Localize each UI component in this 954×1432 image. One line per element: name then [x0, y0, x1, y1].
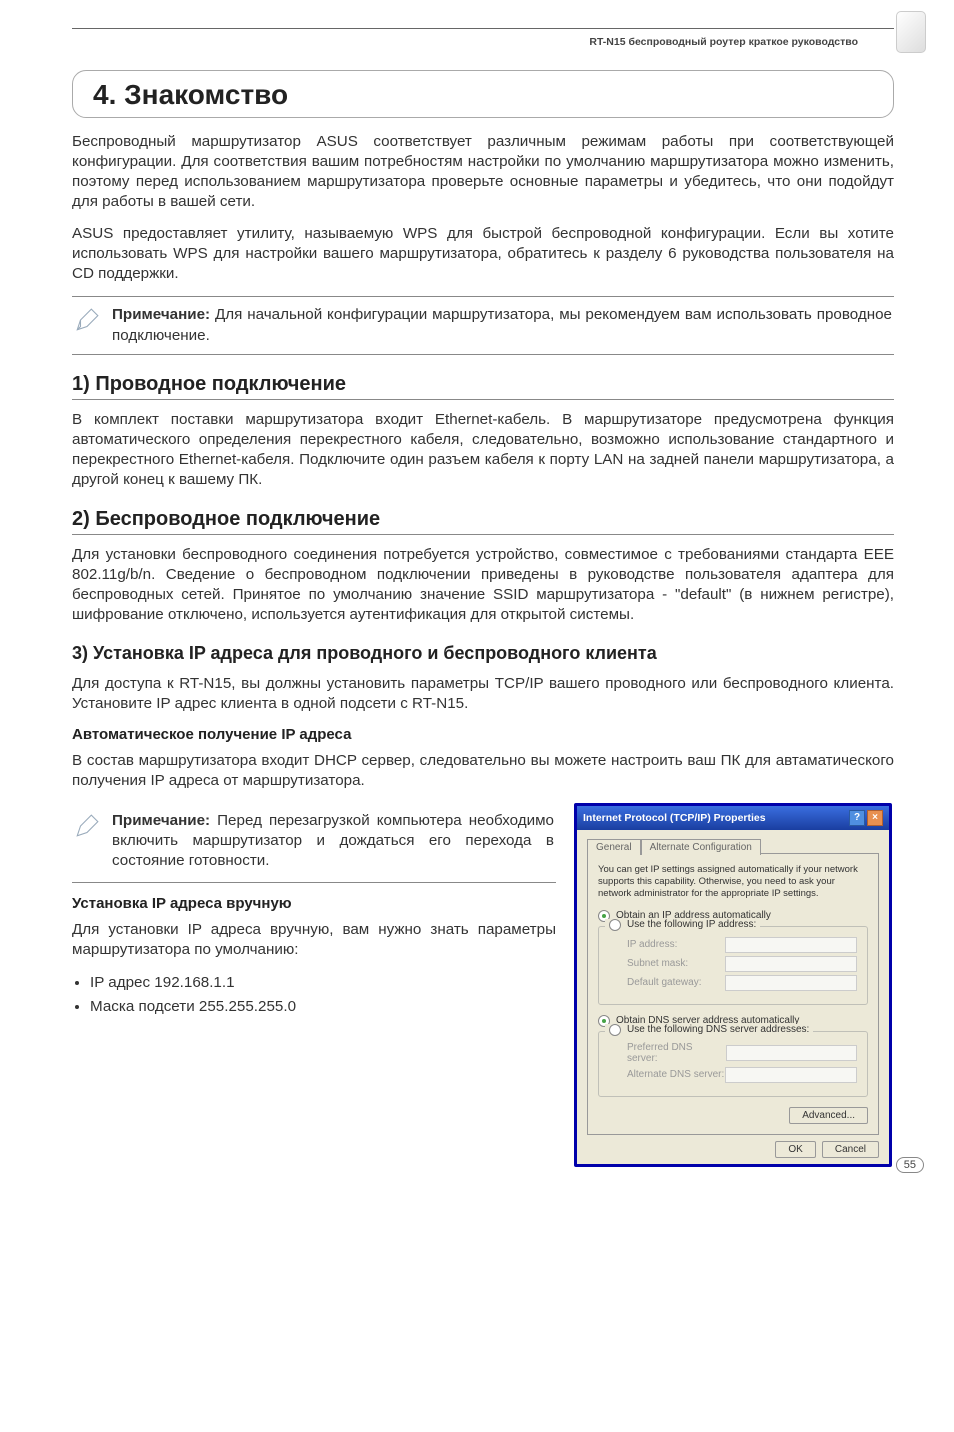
pencil-icon — [74, 307, 100, 333]
radio-use-ip-label: Use the following IP address: — [627, 919, 756, 930]
intro-paragraph-1: Беспроводный маршрутизатор ASUS соответс… — [72, 132, 894, 212]
radio-dot-icon — [609, 919, 621, 931]
booklet-corner-icon — [896, 11, 926, 53]
page-number: 55 — [896, 1157, 924, 1173]
field-ip-address: IP address: — [627, 937, 857, 953]
ip-group: Use the following IP address: IP address… — [598, 926, 868, 1005]
section-3-title: 3) Установка IP адреса для проводного и … — [72, 643, 894, 664]
note-2-text: Примечание: Перед перезагрузкой компьюте… — [112, 811, 554, 871]
label-gateway: Default gateway: — [627, 977, 702, 988]
manual-ip-heading: Установка IP адреса вручную — [72, 895, 556, 912]
help-button[interactable]: ? — [849, 810, 865, 826]
label-alternate-dns: Alternate DNS server: — [627, 1069, 724, 1080]
note-2: Примечание: Перед перезагрузкой компьюте… — [72, 811, 556, 871]
field-gateway: Default gateway: — [627, 975, 857, 991]
tab-alternate[interactable]: Alternate Configuration — [641, 839, 761, 855]
cancel-button[interactable]: Cancel — [822, 1141, 879, 1158]
input-mask[interactable] — [725, 956, 857, 972]
defaults-list: IP адрес 192.168.1.1 Маска подсети 255.2… — [72, 972, 556, 1020]
dialog-title: Internet Protocol (TCP/IP) Properties — [583, 812, 766, 824]
input-ip[interactable] — [725, 937, 857, 953]
page-title: 4. Знакомство — [93, 79, 873, 111]
section-2-body: Для установки беспроводного соединения п… — [72, 545, 894, 625]
advanced-button[interactable]: Advanced... — [789, 1107, 868, 1124]
input-preferred-dns[interactable] — [726, 1045, 857, 1061]
dns-group: Use the following DNS server addresses: … — [598, 1031, 868, 1097]
section-1-underline — [72, 399, 894, 400]
section-title-box: 4. Знакомство — [72, 70, 894, 118]
radio-use-ip[interactable]: Use the following IP address: — [605, 919, 760, 931]
pencil-icon — [74, 813, 100, 839]
close-button[interactable]: × — [867, 810, 883, 826]
section-1-body: В комплект поставки маршрутизатора входи… — [72, 410, 894, 490]
manual-ip-body: Для установки IP адреса вручную, вам нуж… — [72, 920, 556, 960]
field-subnet-mask: Subnet mask: — [627, 956, 857, 972]
dialog-titlebar: Internet Protocol (TCP/IP) Properties ? … — [577, 806, 889, 830]
intro-paragraph-2: ASUS предоставляет утилиту, называемую W… — [72, 224, 894, 284]
section-2-title: 2) Беспроводное подключение — [72, 508, 894, 531]
ok-button[interactable]: OK — [775, 1141, 815, 1158]
default-ip-item: IP адрес 192.168.1.1 — [90, 972, 556, 995]
note-1-label: Примечание: — [112, 306, 210, 323]
section-3-intro: Для доступа к RT-N15, вы должны установи… — [72, 674, 894, 714]
field-alternate-dns: Alternate DNS server: — [627, 1067, 857, 1083]
note-2-label: Примечание: — [112, 812, 210, 829]
auto-ip-body: В состав маршрутизатора входит DHCP серв… — [72, 751, 894, 791]
label-mask: Subnet mask: — [627, 958, 688, 969]
divider — [72, 882, 556, 883]
section-2-underline — [72, 534, 894, 535]
radio-dot-icon — [609, 1024, 621, 1036]
tab-general[interactable]: General — [587, 839, 641, 855]
section-1-title: 1) Проводное подключение — [72, 373, 894, 396]
auto-ip-heading: Автоматическое получение IP адреса — [72, 726, 894, 743]
note-1-text: Примечание: Для начальной конфигурации м… — [112, 305, 892, 345]
input-alternate-dns[interactable] — [725, 1067, 857, 1083]
label-ip: IP address: — [627, 939, 677, 950]
header-product-line: RT-N15 беспроводный роутер краткое руков… — [72, 33, 894, 54]
input-gateway[interactable] — [725, 975, 857, 991]
dialog-description: You can get IP settings assigned automat… — [598, 864, 868, 900]
field-preferred-dns: Preferred DNS server: — [627, 1042, 857, 1064]
tcpip-properties-dialog: Internet Protocol (TCP/IP) Properties ? … — [574, 803, 892, 1167]
note-1: Примечание: Для начальной конфигурации м… — [72, 296, 894, 354]
radio-use-dns-label: Use the following DNS server addresses: — [627, 1024, 809, 1035]
label-preferred-dns: Preferred DNS server: — [627, 1042, 726, 1064]
dialog-tabs: General Alternate Configuration — [587, 838, 879, 854]
note-1-body: Для начальной конфигурации маршрутизатор… — [112, 306, 892, 343]
radio-use-dns[interactable]: Use the following DNS server addresses: — [605, 1024, 813, 1036]
default-mask-item: Маска подсети 255.255.255.0 — [90, 996, 556, 1019]
dialog-panel: You can get IP settings assigned automat… — [587, 853, 879, 1135]
